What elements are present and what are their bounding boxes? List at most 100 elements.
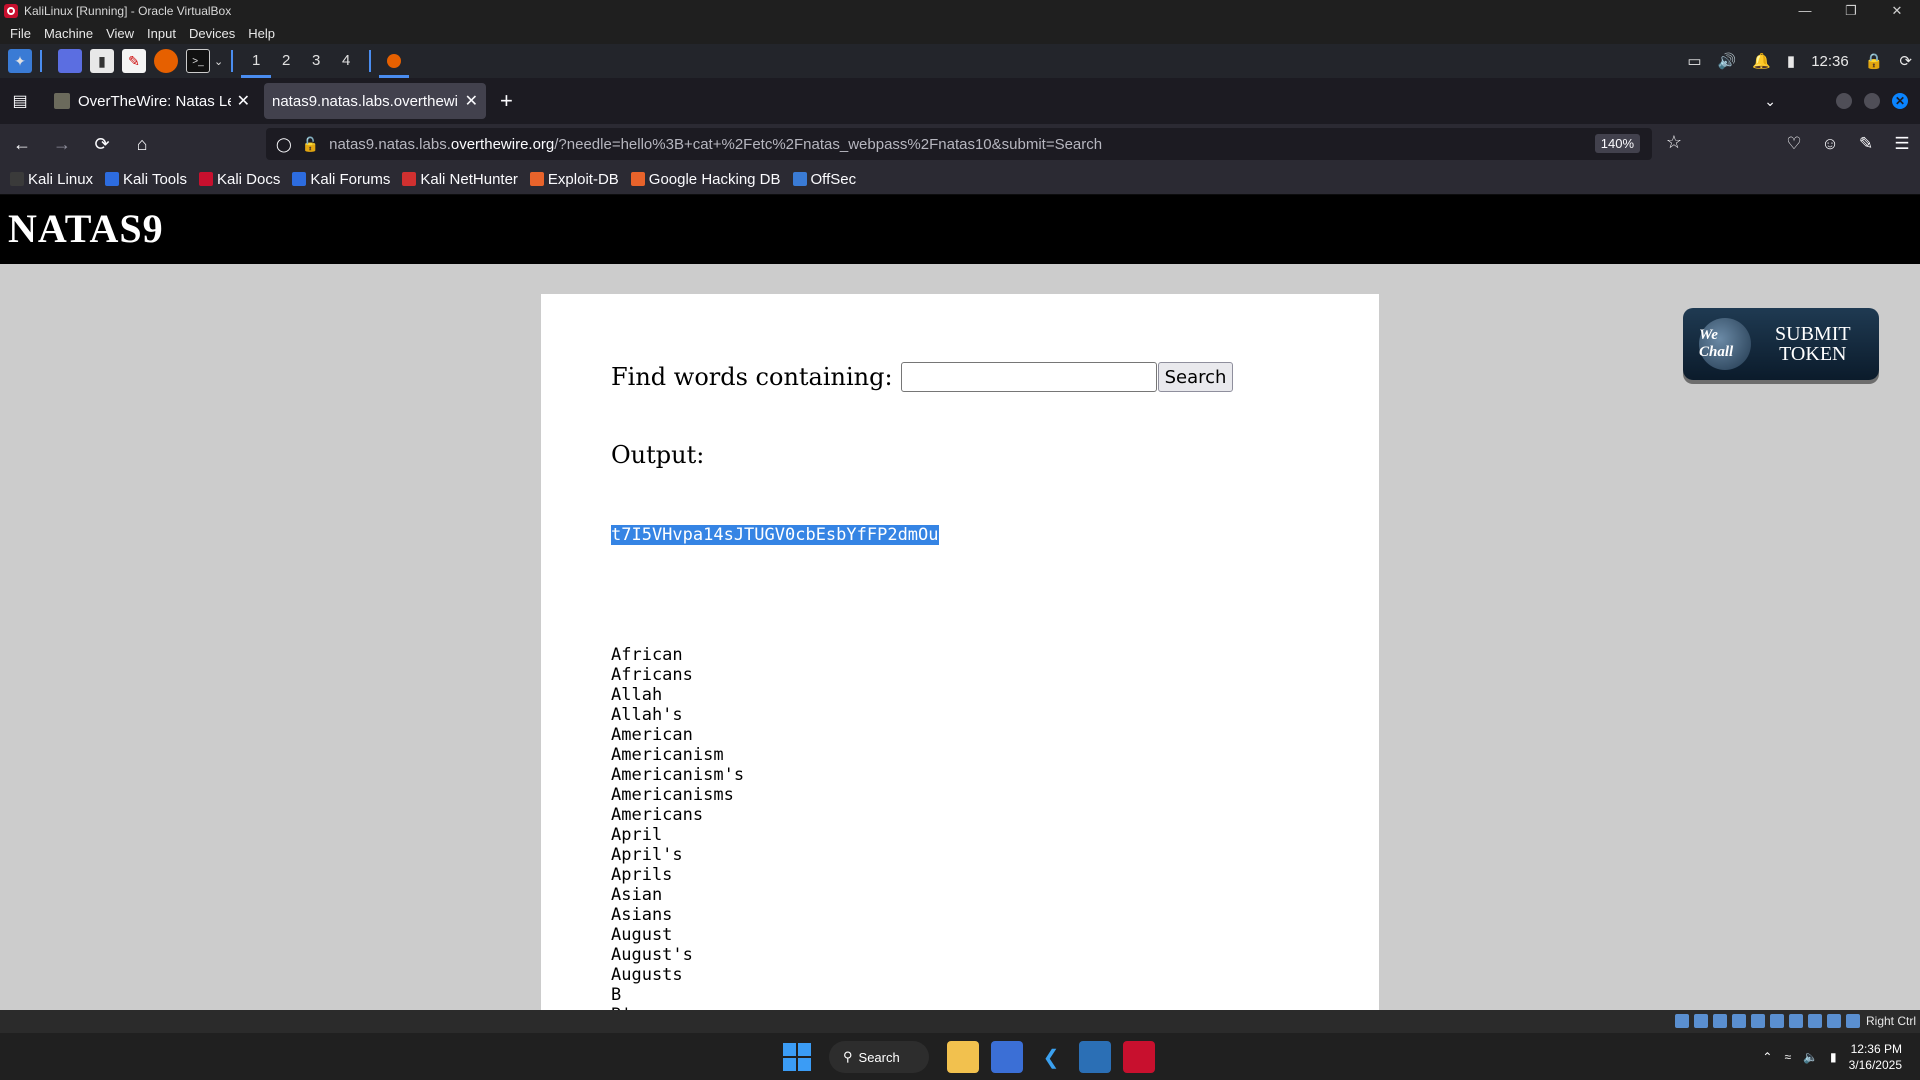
bookmark-exploit-db[interactable]: Exploit-DB (529, 171, 619, 188)
windows-start-icon[interactable] (783, 1043, 811, 1071)
file-explorer-icon[interactable] (947, 1041, 979, 1073)
show-hidden-icons-icon[interactable]: ⌃ (1762, 1050, 1772, 1064)
tab-list-icon[interactable]: ▤ (0, 78, 40, 124)
forward-icon[interactable]: → (44, 128, 80, 160)
maximize-window-icon[interactable] (1864, 93, 1880, 109)
display-icon[interactable]: ▭ (1687, 52, 1701, 70)
chevron-down-icon[interactable]: ⌄ (214, 55, 223, 68)
output-word: April (611, 825, 663, 845)
output-word: August (611, 925, 673, 945)
bookmark-kali-docs[interactable]: Kali Docs (198, 171, 280, 188)
workspace-1[interactable]: 1 (241, 44, 272, 78)
submit-token-label: SUBMIT TOKEN (1775, 323, 1851, 365)
vscode-icon[interactable]: ❮ (1035, 1041, 1067, 1073)
speaker-icon[interactable]: 🔈 (1803, 1050, 1818, 1064)
menu-help[interactable]: Help (248, 26, 275, 41)
url-text[interactable]: natas9.natas.labs.overthewire.org/?needl… (329, 136, 1102, 153)
new-tab-icon[interactable]: + (500, 88, 513, 114)
audio-icon[interactable] (1713, 1014, 1727, 1028)
windows-taskbar: ⚲ Search ❮ ⌃ ≈ 🔈 ▮ 12:36 PM 3/16/2025 (0, 1033, 1920, 1080)
tracking-shield-icon[interactable]: ◯ (276, 136, 292, 153)
shared-folders-icon[interactable] (1770, 1014, 1784, 1028)
tab-natas-levels[interactable]: OverTheWire: Natas Leve ✕ (46, 83, 258, 119)
desktop-icon[interactable] (58, 49, 82, 73)
page-title: NATAS9 (8, 206, 164, 251)
menu-file[interactable]: File (10, 26, 31, 41)
close-window-icon[interactable]: ✕ (1892, 93, 1908, 109)
password-line[interactable]: t7I5VHvpa14sJTUGV0cbEsbYfFP2dmOu (611, 525, 939, 545)
restore-icon[interactable]: ❐ (1828, 0, 1874, 22)
text-editor-icon[interactable]: ✎ (122, 49, 146, 73)
submit-token-button[interactable]: We Chall SUBMIT TOKEN (1683, 308, 1879, 380)
tab-close-icon[interactable]: ✕ (465, 91, 478, 111)
menu-machine[interactable]: Machine (44, 26, 93, 41)
bookmark-kali-linux[interactable]: Kali Linux (10, 171, 93, 188)
paint-app-icon[interactable] (991, 1041, 1023, 1073)
tab-label: OverTheWire: Natas Leve (78, 92, 231, 110)
panel-separator (369, 50, 372, 72)
hard-disk-icon[interactable] (1675, 1014, 1689, 1028)
volume-icon[interactable]: 🔊 (1718, 52, 1737, 70)
close-icon[interactable]: ✕ (1874, 0, 1920, 22)
virtualbox-taskbar-icon[interactable] (1123, 1041, 1155, 1073)
visual-studio-installer-icon[interactable] (1079, 1041, 1111, 1073)
tab-label: natas9.natas.labs.overthewire (272, 92, 459, 110)
tab-natas9[interactable]: natas9.natas.labs.overthewire ✕ (264, 83, 486, 119)
tab-close-icon[interactable]: ✕ (237, 91, 250, 111)
keyboard-icon[interactable] (1846, 1014, 1860, 1028)
minimize-icon[interactable]: — (1782, 0, 1828, 22)
network-icon[interactable] (1732, 1014, 1746, 1028)
back-icon[interactable]: ← (4, 128, 40, 160)
workspace-2[interactable]: 2 (271, 44, 301, 78)
search-button[interactable]: Search (1157, 362, 1234, 392)
mouse-integration-icon[interactable] (1827, 1014, 1841, 1028)
bookmark-kali-tools[interactable]: Kali Tools (105, 171, 187, 188)
battery-tray-icon[interactable]: ▮ (1830, 1050, 1837, 1064)
hamburger-menu-icon[interactable]: ☰ (1884, 134, 1920, 154)
kali-menu-icon[interactable]: ✦ (8, 49, 32, 73)
needle-input[interactable] (900, 362, 1157, 392)
menu-devices[interactable]: Devices (189, 26, 235, 41)
terminal-icon[interactable]: >_ (186, 49, 210, 73)
account-icon[interactable]: ☺ (1812, 134, 1848, 154)
workspace-4[interactable]: 4 (331, 44, 361, 78)
workspace-3[interactable]: 3 (301, 44, 331, 78)
reload-icon[interactable]: ⟳ (84, 128, 120, 160)
bookmark-google-hacking-db[interactable]: Google Hacking DB (630, 171, 781, 188)
notification-bell-icon[interactable]: 🔔 (1752, 52, 1771, 70)
usb-icon[interactable] (1751, 1014, 1765, 1028)
menu-view[interactable]: View (106, 26, 134, 41)
power-icon[interactable]: ⟳ (1899, 52, 1912, 70)
display-status-icon[interactable] (1789, 1014, 1803, 1028)
taskbar-search[interactable]: ⚲ Search (829, 1041, 929, 1073)
battery-icon[interactable]: ▮ (1787, 52, 1795, 70)
optical-drive-icon[interactable] (1694, 1014, 1708, 1028)
url-bar[interactable]: ◯ 🔓 natas9.natas.labs.overthewire.org/?n… (266, 128, 1682, 160)
menu-input[interactable]: Input (147, 26, 176, 41)
minimize-window-icon[interactable] (1836, 93, 1852, 109)
firefox-launcher-icon[interactable] (154, 49, 178, 73)
bookmark-star-icon[interactable]: ☆ (1666, 132, 1682, 153)
taskbar-clock[interactable]: 12:36 PM 3/16/2025 (1849, 1041, 1902, 1073)
extensions-icon[interactable]: ✎ (1848, 134, 1884, 154)
wifi-icon[interactable]: ≈ (1784, 1050, 1791, 1064)
lock-icon[interactable]: 🔒 (1865, 52, 1884, 70)
host-key-label[interactable]: Right Ctrl (1866, 1014, 1916, 1028)
bookmark-kali-forums[interactable]: Kali Forums (292, 171, 390, 188)
bookmark-offsec[interactable]: OffSec (792, 171, 856, 188)
home-icon[interactable]: ⌂ (124, 128, 160, 160)
status-icons (1670, 1014, 1860, 1028)
panel-clock[interactable]: 12:36 (1811, 53, 1849, 70)
file-manager-icon[interactable]: ▮ (90, 49, 114, 73)
pocket-icon[interactable]: ♡ (1776, 134, 1812, 154)
zoom-indicator[interactable]: 140% (1594, 134, 1640, 153)
insecure-lock-icon[interactable]: 🔓 (302, 136, 319, 153)
panel-separator (40, 50, 42, 72)
firefox-window-button[interactable] (379, 44, 410, 78)
list-all-tabs-icon[interactable]: ⌄ (1764, 93, 1776, 110)
virtualbox-menu-bar: File Machine View Input Devices Help (0, 22, 1920, 44)
output-text[interactable]: t7I5VHvpa14sJTUGV0cbEsbYfFP2dmOu African… (611, 485, 939, 1010)
recording-icon[interactable] (1808, 1014, 1822, 1028)
bookmark-kali-nethunter[interactable]: Kali NetHunter (402, 171, 518, 188)
